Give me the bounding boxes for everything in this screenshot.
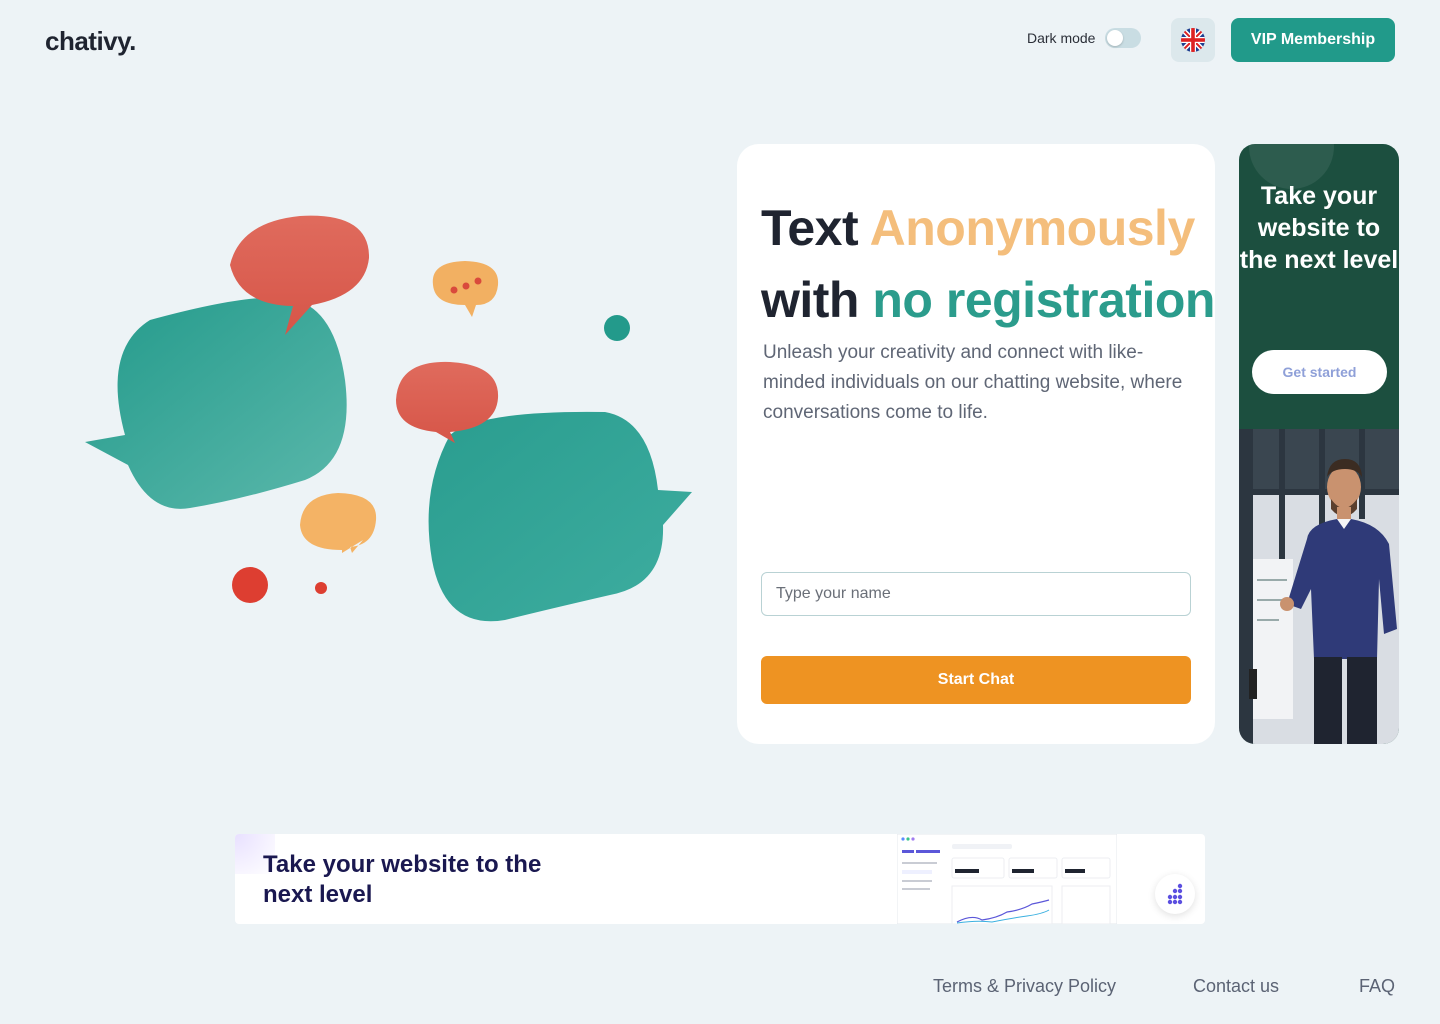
dashboard-screenshot bbox=[897, 834, 1117, 924]
get-started-button[interactable]: Get started bbox=[1252, 350, 1387, 394]
name-input[interactable] bbox=[761, 572, 1191, 616]
uk-flag-icon bbox=[1181, 28, 1205, 52]
dark-mode-toggle[interactable] bbox=[1105, 28, 1142, 48]
footer-link-contact[interactable]: Contact us bbox=[1193, 976, 1279, 997]
side-ad-banner[interactable]: Take your website to the next level Get … bbox=[1239, 144, 1399, 744]
bottom-ad-banner[interactable]: Take your website to the next level bbox=[235, 834, 1205, 924]
hero-headline: Text Anonymously with no registration bbox=[761, 192, 1215, 336]
dots-logo-icon bbox=[1167, 883, 1183, 905]
start-chat-card: Text Anonymously with no registration Un… bbox=[737, 144, 1215, 744]
language-button[interactable] bbox=[1171, 18, 1215, 62]
vip-membership-button[interactable]: VIP Membership bbox=[1231, 18, 1395, 62]
headline-text: with bbox=[761, 272, 859, 328]
chat-bubbles-illustration bbox=[85, 215, 692, 622]
banner-ad-title: Take your website to the next level bbox=[263, 851, 542, 908]
dark-mode-label: Dark mode bbox=[1027, 30, 1096, 46]
brand-logo-icon bbox=[1155, 874, 1195, 914]
footer-link-terms[interactable]: Terms & Privacy Policy bbox=[933, 976, 1116, 997]
headline-text: Text bbox=[761, 200, 859, 256]
hero-description: Unleash your creativity and connect with… bbox=[763, 342, 1183, 423]
side-ad-title: Take your website to the next level bbox=[1239, 182, 1399, 274]
toggle-knob bbox=[1107, 30, 1124, 46]
site-logo[interactable]: chativy. bbox=[45, 26, 136, 57]
start-chat-button[interactable]: Start Chat bbox=[761, 656, 1191, 704]
presenter-photo bbox=[1239, 429, 1399, 744]
headline-highlight-no-registration: no registration bbox=[872, 272, 1215, 328]
headline-highlight-anonymously: Anonymously bbox=[869, 200, 1196, 256]
dark-mode-control: Dark mode bbox=[1027, 28, 1142, 48]
footer-link-faq[interactable]: FAQ bbox=[1359, 976, 1395, 997]
